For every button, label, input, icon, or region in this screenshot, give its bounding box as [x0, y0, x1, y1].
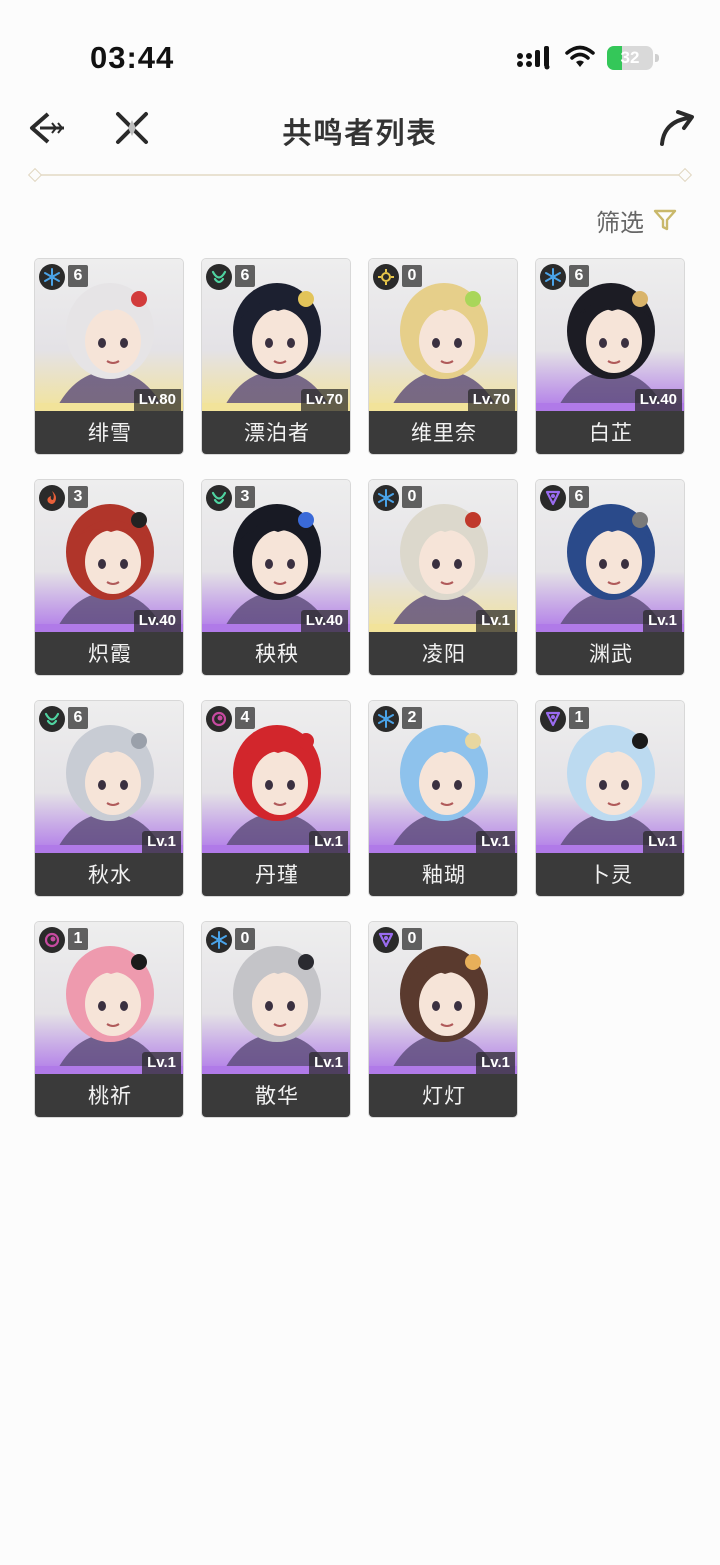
- wifi-icon: [565, 45, 595, 67]
- sequence-badge: 3: [235, 486, 255, 508]
- filter-button[interactable]: 筛选: [596, 202, 678, 238]
- share-arrow-icon[interactable]: [654, 106, 698, 150]
- cellular-signal-icon: [517, 46, 550, 70]
- sequence-badge: 0: [402, 928, 422, 950]
- resonator-card[interactable]: Lv.40 秧秧 3: [201, 479, 351, 676]
- sequence-badge: 6: [569, 265, 589, 287]
- level-badge: Lv.1: [309, 831, 348, 853]
- resonator-name: 桃祈: [35, 1074, 183, 1117]
- electro-element-icon: [540, 706, 566, 732]
- level-badge: Lv.80: [133, 389, 181, 411]
- aero-element-icon: [39, 706, 65, 732]
- resonator-card[interactable]: Lv.1 渊武 6: [535, 479, 685, 676]
- level-badge: Lv.1: [476, 610, 515, 632]
- resonator-name: 白芷: [536, 411, 684, 454]
- resonator-card[interactable]: Lv.1 灯灯 0: [368, 921, 518, 1118]
- resonator-grid: Lv.80 绯雪 6 Lv.70 漂泊者 6 Lv.70 维里奈 0 Lv.40…: [34, 258, 686, 1118]
- resonator-card[interactable]: Lv.1 凌阳 0: [368, 479, 518, 676]
- resonator-name: 炽霞: [35, 632, 183, 675]
- resonator-name: 釉瑚: [369, 853, 517, 896]
- resonator-card[interactable]: Lv.40 白芷 6: [535, 258, 685, 455]
- havoc-element-icon: [39, 927, 65, 953]
- havoc-element-icon: [206, 706, 232, 732]
- page-title: 共鸣者列表: [282, 118, 438, 150]
- sequence-badge: 4: [235, 707, 255, 729]
- sequence-badge: 3: [68, 486, 88, 508]
- filter-label: 筛选: [596, 209, 644, 237]
- sequence-badge: 0: [402, 265, 422, 287]
- sequence-badge: 6: [569, 486, 589, 508]
- top-bar: 共鸣者列表: [0, 100, 720, 160]
- sequence-badge: 1: [569, 707, 589, 729]
- electro-element-icon: [540, 485, 566, 511]
- level-badge: Lv.1: [142, 831, 181, 853]
- resonator-name: 灯灯: [369, 1074, 517, 1117]
- resonator-name: 漂泊者: [202, 411, 350, 454]
- level-badge: Lv.70: [467, 389, 515, 411]
- glacio-element-icon: [206, 927, 232, 953]
- resonator-card[interactable]: Lv.1 釉瑚 2: [368, 700, 518, 897]
- resonator-card[interactable]: Lv.70 维里奈 0: [368, 258, 518, 455]
- level-badge: Lv.1: [643, 610, 682, 632]
- glacio-element-icon: [39, 264, 65, 290]
- resonator-name: 绯雪: [35, 411, 183, 454]
- resonator-card[interactable]: Lv.80 绯雪 6: [34, 258, 184, 455]
- sequence-badge: 6: [68, 707, 88, 729]
- resonator-name: 卜灵: [536, 853, 684, 896]
- resonator-name: 散华: [202, 1074, 350, 1117]
- status-bar: 03:44 32: [0, 0, 720, 100]
- level-badge: Lv.40: [133, 610, 181, 632]
- aero-element-icon: [206, 264, 232, 290]
- resonator-card[interactable]: Lv.1 卜灵 1: [535, 700, 685, 897]
- resonator-card[interactable]: Lv.40 炽霞 3: [34, 479, 184, 676]
- sequence-badge: 6: [68, 265, 88, 287]
- resonator-card[interactable]: Lv.1 秋水 6: [34, 700, 184, 897]
- sequence-badge: 2: [402, 707, 422, 729]
- sequence-badge: 1: [68, 928, 88, 950]
- level-badge: Lv.70: [300, 389, 348, 411]
- resonator-name: 丹瑾: [202, 853, 350, 896]
- aero-element-icon: [206, 485, 232, 511]
- filter-funnel-icon: [653, 209, 677, 231]
- level-badge: Lv.1: [309, 1052, 348, 1074]
- resonator-card[interactable]: Lv.1 桃祈 1: [34, 921, 184, 1118]
- level-badge: Lv.40: [300, 610, 348, 632]
- resonator-name: 渊武: [536, 632, 684, 675]
- level-badge: Lv.1: [643, 831, 682, 853]
- status-time: 03:44: [90, 40, 175, 75]
- glacio-element-icon: [540, 264, 566, 290]
- level-badge: Lv.1: [142, 1052, 181, 1074]
- fusion-element-icon: [39, 485, 65, 511]
- glacio-element-icon: [373, 706, 399, 732]
- level-badge: Lv.1: [476, 831, 515, 853]
- sequence-badge: 6: [235, 265, 255, 287]
- sequence-badge: 0: [235, 928, 255, 950]
- resonator-card[interactable]: Lv.1 散华 0: [201, 921, 351, 1118]
- battery-icon: 32: [607, 46, 659, 70]
- resonator-name: 维里奈: [369, 411, 517, 454]
- sequence-badge: 0: [402, 486, 422, 508]
- resonator-name: 秋水: [35, 853, 183, 896]
- level-badge: Lv.40: [634, 389, 682, 411]
- resonator-card[interactable]: Lv.70 漂泊者 6: [201, 258, 351, 455]
- resonator-name: 秧秧: [202, 632, 350, 675]
- electro-element-icon: [373, 927, 399, 953]
- level-badge: Lv.1: [476, 1052, 515, 1074]
- spectro-element-icon: [373, 264, 399, 290]
- battery-percentage: 32: [620, 48, 640, 67]
- resonator-card[interactable]: Lv.1 丹瑾 4: [201, 700, 351, 897]
- resonator-name: 凌阳: [369, 632, 517, 675]
- header-divider: [34, 174, 686, 176]
- glacio-element-icon: [373, 485, 399, 511]
